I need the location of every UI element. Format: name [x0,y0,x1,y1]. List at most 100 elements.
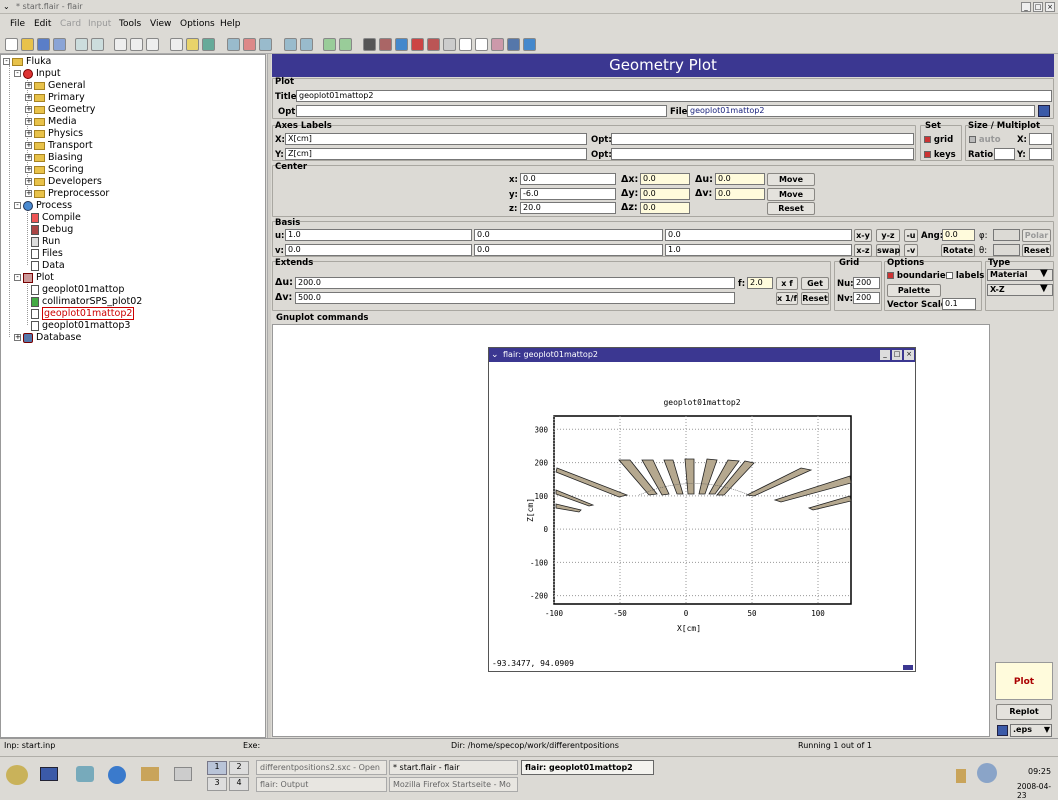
clipboard-icon[interactable] [956,769,966,783]
extends-dv-input[interactable]: 500.0 [295,292,735,304]
tree-item-data[interactable]: Data [31,260,65,271]
tree-item-physics[interactable]: + Physics [25,128,83,139]
dx-input[interactable]: 0.0 [640,173,690,185]
u-vector-input[interactable]: 0.0 [665,229,852,241]
database-icon[interactable] [507,38,520,51]
minimize-icon[interactable]: _ [1021,2,1031,12]
phi-input[interactable] [993,229,1020,241]
size-y-input[interactable] [1029,148,1052,160]
menu-file[interactable]: File [10,19,25,29]
xy-button[interactable]: x-y [854,229,872,242]
minus-v-button[interactable]: -v [904,244,918,257]
tree-item-plot[interactable]: geoplot01mattop3 [31,320,130,331]
center-x-input[interactable]: 0.0 [520,173,616,185]
move-uv-button[interactable]: Move [u,v] [767,188,815,210]
tree-item-debug[interactable]: Debug [31,224,73,235]
close-icon[interactable]: × [1045,2,1055,12]
tree-item-transport[interactable]: + Transport [25,140,93,151]
menu-input[interactable]: Input [88,19,111,29]
browser-icon[interactable] [108,766,126,784]
tree-item-files[interactable]: Files [31,248,63,259]
info-icon[interactable] [523,38,536,51]
clone-icon[interactable] [259,38,272,51]
xz-button[interactable]: x-z [854,244,872,257]
minimize-icon[interactable]: _ [880,350,890,360]
extends-reset-button[interactable]: Reset [801,292,829,305]
move-button[interactable]: Move [767,173,815,186]
center-y-input[interactable]: -6.0 [520,188,616,200]
du-input[interactable]: 0.0 [715,173,765,185]
opt-input[interactable] [296,105,667,117]
ratio-input[interactable] [994,148,1015,160]
tree-node-database[interactable]: + Database [14,332,81,343]
splitter[interactable] [267,54,271,738]
title-input[interactable]: geoplot01mattop2 [296,90,1052,102]
size-x-input[interactable] [1029,133,1052,145]
cut-icon[interactable] [114,38,127,51]
extends-du-input[interactable]: 200.0 [295,277,735,289]
times-inverse-f-button[interactable]: x 1/f [776,292,798,305]
files-icon[interactable] [459,38,472,51]
process-icon[interactable] [395,38,408,51]
debug-icon[interactable] [427,38,440,51]
warning-icon[interactable] [411,38,424,51]
yz-button[interactable]: y-z [876,229,900,242]
home-icon[interactable] [76,766,94,782]
basis-reset-button[interactable]: Reset [1022,244,1051,257]
menu-view[interactable]: View [150,19,171,29]
tree-item-biasing[interactable]: + Biasing [25,152,83,163]
tree-item-developers[interactable]: + Developers [25,176,102,187]
copy-icon[interactable] [130,38,143,51]
format-select[interactable]: .eps ▼ [1010,724,1052,737]
vector-scale-input[interactable]: 0.1 [942,298,976,310]
nv-input[interactable]: 200 [853,292,880,304]
undo-icon[interactable] [75,38,88,51]
filter-icon[interactable] [186,38,199,51]
nu-input[interactable]: 200 [853,277,880,289]
menu-edit[interactable]: Edit [34,19,51,29]
move-up-icon[interactable] [284,38,297,51]
window-menu-icon[interactable]: ⌄ [491,348,499,362]
save-icon[interactable] [37,38,50,51]
dropdown-arrow-icon[interactable]: ▼ [1040,283,1048,294]
desktop-icon[interactable] [40,767,58,781]
tree-item-run[interactable]: Run [31,236,60,247]
palette-button[interactable]: Palette [887,284,941,297]
open-icon[interactable] [21,38,34,51]
menu-card[interactable]: Card [60,19,81,29]
close-icon[interactable]: × [904,350,914,360]
resize-grip[interactable] [903,665,913,670]
xlabel-input[interactable]: X[cm] [285,133,587,145]
minus-u-button[interactable]: -u [904,229,918,242]
tree-item-plot[interactable]: geoplot01mattop [31,284,124,295]
ylabel-input[interactable]: Z[cm] [285,148,587,160]
move-down-icon[interactable] [300,38,313,51]
tree-item-plot[interactable]: collimatorSPS_plot02 [31,296,142,307]
angle-input[interactable]: 0.0 [942,229,975,241]
runner-icon[interactable] [443,38,456,51]
taskbar-item[interactable]: Mozilla Firefox Startseite - Mo [389,777,518,792]
save-icon[interactable] [1038,105,1050,117]
tree-node-plot[interactable]: - Plot [14,272,54,283]
editor-icon[interactable] [174,767,192,781]
polar-button[interactable]: Polar [1022,229,1051,242]
center-reset-button[interactable]: Reset [767,202,815,215]
taskbar-item[interactable]: flair: Output [256,777,387,792]
boundaries-checkbox[interactable]: boundaries [887,271,951,281]
menu-tools[interactable]: Tools [119,19,141,29]
tree-item-preprocessor[interactable]: + Preprocessor [25,188,109,199]
factor-input[interactable]: 2.0 [747,277,773,289]
indent-icon[interactable] [323,38,336,51]
menu-help[interactable]: Help [220,19,241,29]
dy-input[interactable]: 0.0 [640,188,690,200]
tree-node-process[interactable]: - Process [14,200,72,211]
save-icon[interactable] [997,725,1008,736]
dz-input[interactable]: 0.0 [640,202,690,214]
dropdown-arrow-icon[interactable]: ▼ [1040,268,1048,279]
file-input[interactable]: geoplot01mattop2 [687,105,1035,117]
kde-menu-icon[interactable] [6,765,28,785]
v-vector-input[interactable]: 0.0 [474,244,663,256]
v-vector-input[interactable]: 1.0 [665,244,852,256]
maximize-icon[interactable]: □ [1033,2,1043,12]
menu-options[interactable]: Options [180,19,215,29]
